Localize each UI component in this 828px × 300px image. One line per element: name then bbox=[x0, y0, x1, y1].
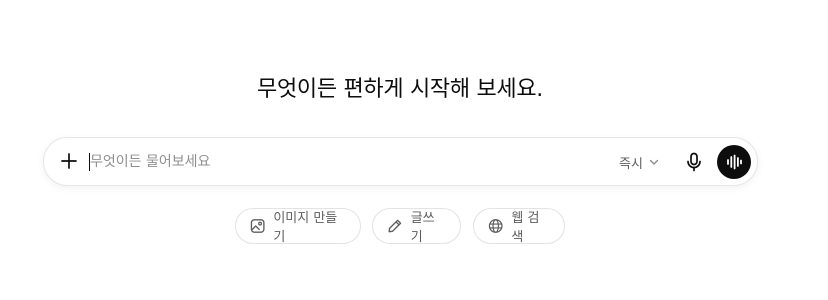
prompt-input[interactable] bbox=[90, 148, 590, 175]
chevron-down-icon bbox=[649, 159, 659, 165]
image-icon bbox=[250, 219, 265, 233]
web-search-label: 웹 검색 bbox=[511, 211, 540, 245]
globe-icon bbox=[488, 219, 503, 233]
write-label: 글쓰기 bbox=[410, 211, 435, 245]
attach-button[interactable] bbox=[54, 146, 84, 176]
page-headline: 무엇이든 편하게 시작해 보세요. bbox=[257, 77, 543, 102]
prompt-composer: 즉시 bbox=[43, 137, 758, 186]
audio-waveform-icon bbox=[727, 154, 742, 170]
pencil-icon bbox=[388, 219, 402, 233]
plus-icon bbox=[61, 153, 77, 169]
model-select[interactable]: 즉시 bbox=[619, 151, 659, 173]
web-search-button[interactable]: 웹 검색 bbox=[473, 208, 565, 245]
microphone-icon bbox=[687, 152, 701, 172]
write-button[interactable]: 글쓰기 bbox=[372, 208, 461, 245]
create-image-label: 이미지 만들기 bbox=[273, 211, 338, 245]
voice-mode-button[interactable] bbox=[717, 145, 751, 179]
model-select-label: 즉시 bbox=[619, 156, 643, 172]
create-image-button[interactable]: 이미지 만들기 bbox=[235, 208, 361, 245]
dictate-button[interactable] bbox=[680, 148, 708, 176]
